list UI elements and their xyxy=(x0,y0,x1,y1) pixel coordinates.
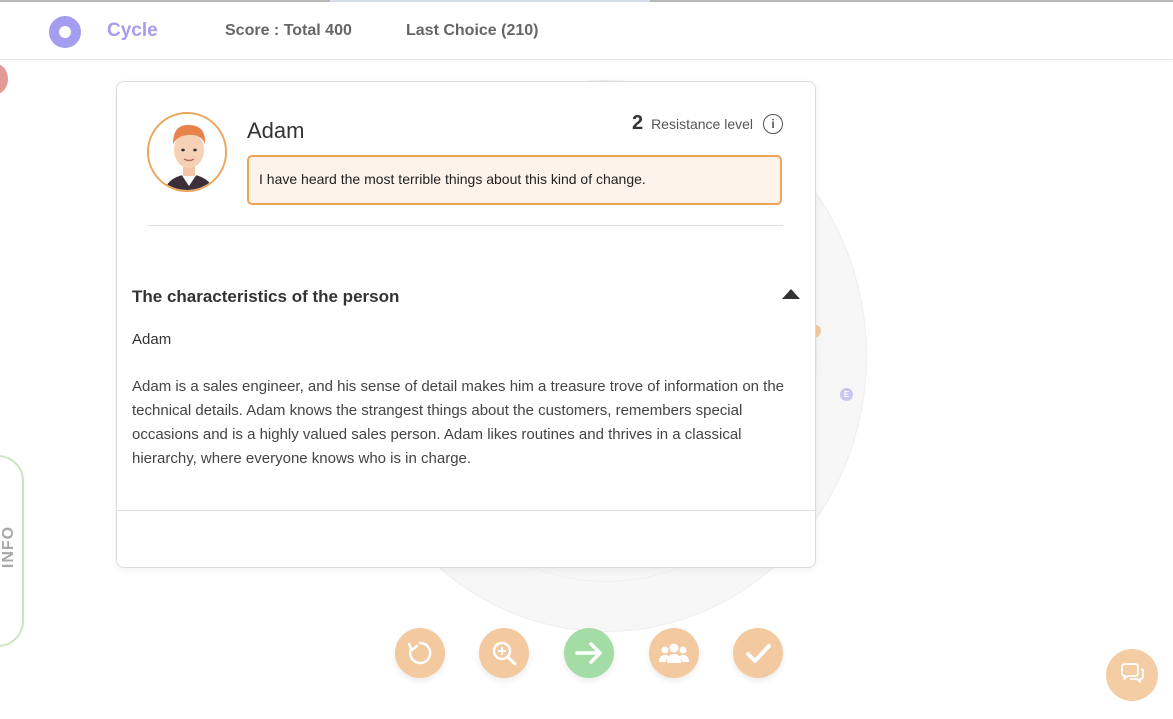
characteristics-heading[interactable]: The characteristics of the person xyxy=(132,287,399,307)
wheel-marker-purple[interactable]: E xyxy=(840,388,853,401)
zoom-button[interactable] xyxy=(479,628,529,678)
chat-bubbles-icon xyxy=(1121,663,1144,683)
resistance-number: 2 xyxy=(631,112,644,134)
divider xyxy=(147,225,783,226)
person-avatar xyxy=(147,112,227,192)
last-choice: Last Choice (210) xyxy=(406,22,539,39)
avatar-illustration-icon xyxy=(149,114,225,190)
zoom-in-icon xyxy=(492,641,517,666)
next-button[interactable] xyxy=(564,628,614,678)
person-card: Adam 2 Resistance level i I have heard t… xyxy=(116,81,816,568)
confirm-button[interactable] xyxy=(733,628,783,678)
restart-button[interactable] xyxy=(395,628,445,678)
person-name: Adam xyxy=(247,118,305,143)
characteristics-description: Adam is a sales engineer, and his sense … xyxy=(132,378,785,467)
app-header: Cycle Score : Total 400 Last Choice (210… xyxy=(0,2,1173,60)
score-total: Score : Total 400 xyxy=(225,22,352,39)
resistance-label: Resistance level xyxy=(651,115,753,132)
red-indicator-dot[interactable] xyxy=(0,64,8,94)
collapse-caret-icon[interactable] xyxy=(782,289,800,299)
app-title[interactable]: Cycle xyxy=(107,20,158,42)
team-button[interactable] xyxy=(649,628,699,678)
cycle-logo-icon[interactable] xyxy=(49,16,81,48)
refresh-icon xyxy=(407,641,432,665)
chat-button[interactable] xyxy=(1106,649,1158,701)
characteristics-name: Adam xyxy=(132,331,172,348)
info-tab-label[interactable]: INFO xyxy=(0,526,18,568)
checkmark-icon xyxy=(746,644,771,663)
divider xyxy=(117,510,815,511)
resistance-level: 2 Resistance level i xyxy=(632,112,783,135)
arrow-right-icon xyxy=(575,642,602,664)
person-quote: I have heard the most terrible things ab… xyxy=(247,155,782,205)
info-icon[interactable]: i xyxy=(763,113,783,134)
group-icon xyxy=(659,643,689,663)
